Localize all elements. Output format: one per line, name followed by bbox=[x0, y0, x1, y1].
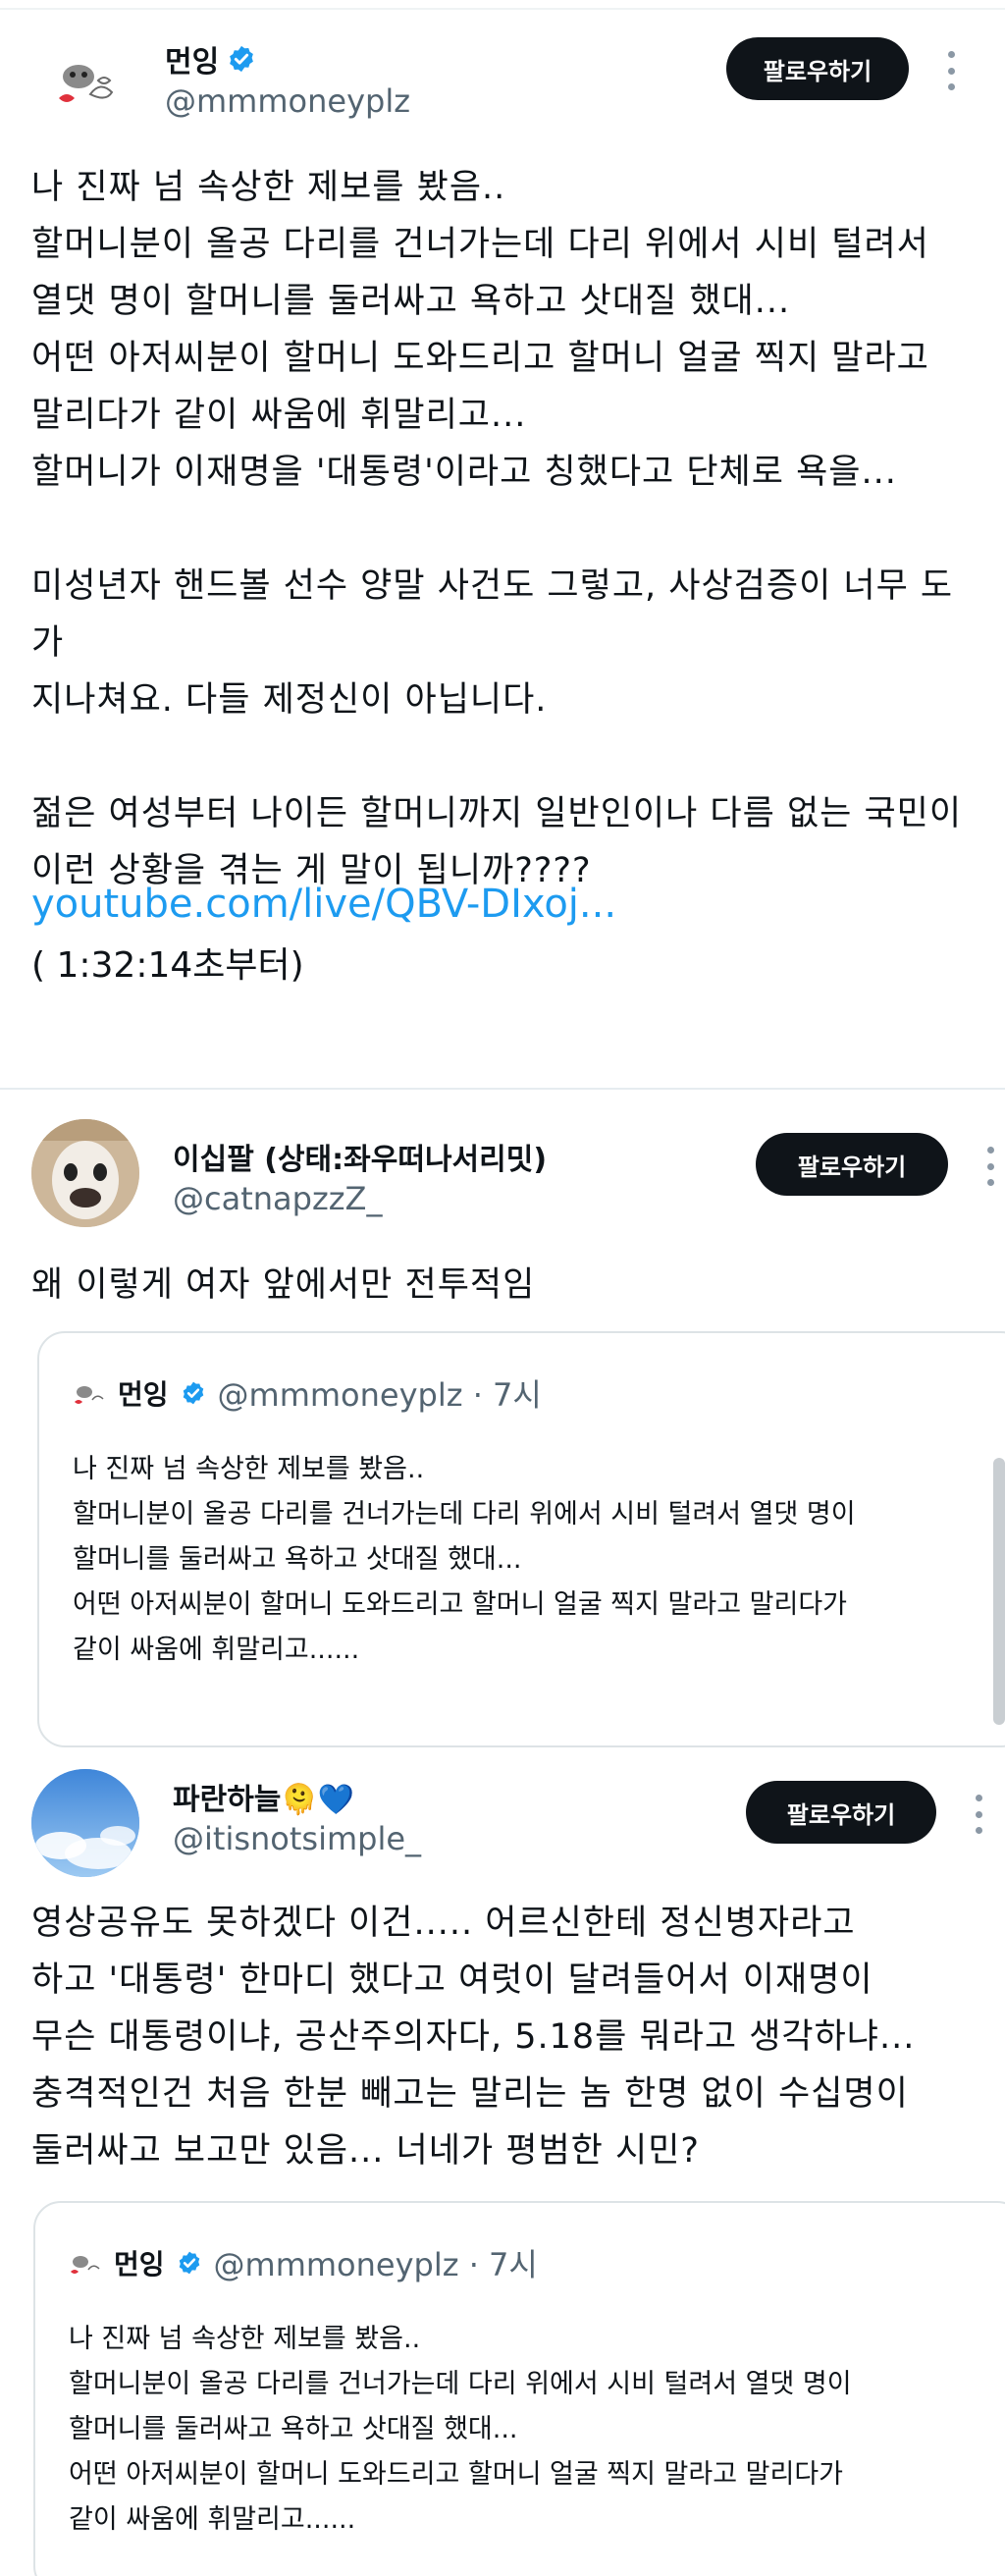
reply-post: 이십팔 (상태:좌우떠나서리밋) @catnapzzZ_ 팔로우하기 왜 이렇게… bbox=[0, 1090, 1005, 1757]
avatar-illustration bbox=[59, 65, 114, 102]
reply-post: 파란하늘🫠💙 @itisnotsimple_ 팔로우하기 영상공유도 못하겠다 … bbox=[0, 1757, 1005, 2576]
follow-button[interactable]: 팔로우하기 bbox=[756, 1133, 948, 1196]
video-timestamp: ( 1:32:14초부터) bbox=[31, 945, 304, 986]
quoted-author-handle-time: @mmmoneyplz · 7시 bbox=[213, 2246, 538, 2283]
author-name[interactable]: 먼잉 bbox=[165, 37, 256, 80]
follow-button[interactable]: 팔로우하기 bbox=[746, 1781, 936, 1844]
quoted-avatar-icon bbox=[75, 1386, 104, 1404]
scrollbar-thumb[interactable] bbox=[993, 1458, 1005, 1725]
post-text: 영상공유도 못하겠다 이건..... 어르신한테 정신병자라고 하고 '대통령'… bbox=[31, 1904, 916, 2171]
avatar-photo bbox=[31, 1119, 139, 1227]
quoted-avatar-icon bbox=[71, 2256, 100, 2274]
author-handle[interactable]: @catnapzzZ_ bbox=[173, 1180, 382, 1217]
avatar[interactable] bbox=[31, 1769, 139, 1877]
more-options-icon[interactable] bbox=[985, 1147, 995, 1186]
quoted-author-name: 먼잉 bbox=[114, 2248, 165, 2281]
author-name[interactable]: 파란하늘🫠💙 bbox=[173, 1775, 354, 1818]
author-handle[interactable]: @itisnotsimple_ bbox=[173, 1820, 421, 1857]
verified-badge-icon bbox=[230, 45, 254, 73]
quoted-post-header: 먼잉 @mmmoneyplz · 7시 bbox=[73, 1370, 542, 1416]
author-name-text[interactable]: 먼잉 bbox=[165, 37, 219, 80]
quoted-post[interactable]: 먼잉 @mmmoneyplz · 7시 나 진짜 넘 속상한 제보를 봤음.. … bbox=[33, 2201, 1005, 2576]
avatar[interactable] bbox=[31, 1119, 139, 1227]
post-link[interactable]: youtube.com/live/QBV-DIxoj... bbox=[31, 882, 616, 927]
post-text: 나 진짜 넘 속상한 제보를 봤음.. 할머니분이 올공 다리를 건너가는데 다… bbox=[31, 168, 963, 890]
main-post: 먼잉 @mmmoneyplz 팔로우하기 나 진짜 넘 속상한 제보를 봤음..… bbox=[0, 0, 1005, 1090]
quoted-post-header: 먼잉 @mmmoneyplz · 7시 bbox=[69, 2240, 538, 2285]
more-options-icon[interactable] bbox=[974, 1795, 983, 1834]
quoted-post-text: 나 진짜 넘 속상한 제보를 봤음.. 할머니분이 올공 다리를 건너가는데 다… bbox=[69, 2324, 852, 2535]
verified-badge-icon bbox=[183, 1381, 203, 1405]
more-options-icon[interactable] bbox=[946, 51, 956, 90]
author-handle[interactable]: @mmmoneyplz bbox=[165, 82, 410, 120]
follow-button[interactable]: 팔로우하기 bbox=[726, 37, 909, 100]
author-name-text[interactable]: 이십팔 (상태:좌우떠나서리밋) bbox=[173, 1135, 547, 1178]
verified-badge-icon bbox=[179, 2251, 199, 2275]
author-name[interactable]: 이십팔 (상태:좌우떠나서리밋) bbox=[173, 1135, 547, 1178]
post-text: 왜 이렇게 여자 앞에서만 전투적임 bbox=[31, 1265, 536, 1305]
avatar-photo bbox=[31, 1769, 139, 1877]
author-name-text[interactable]: 파란하늘🫠💙 bbox=[173, 1775, 354, 1818]
quoted-post[interactable]: 먼잉 @mmmoneyplz · 7시 나 진짜 넘 속상한 제보를 봤음.. … bbox=[37, 1331, 1005, 1747]
quoted-post-text: 나 진짜 넘 속상한 제보를 봤음.. 할머니분이 올공 다리를 건너가는데 다… bbox=[73, 1454, 856, 1665]
quoted-author-name: 먼잉 bbox=[118, 1378, 169, 1411]
quoted-author-handle-time: @mmmoneyplz · 7시 bbox=[217, 1376, 542, 1414]
avatar[interactable] bbox=[47, 37, 126, 116]
